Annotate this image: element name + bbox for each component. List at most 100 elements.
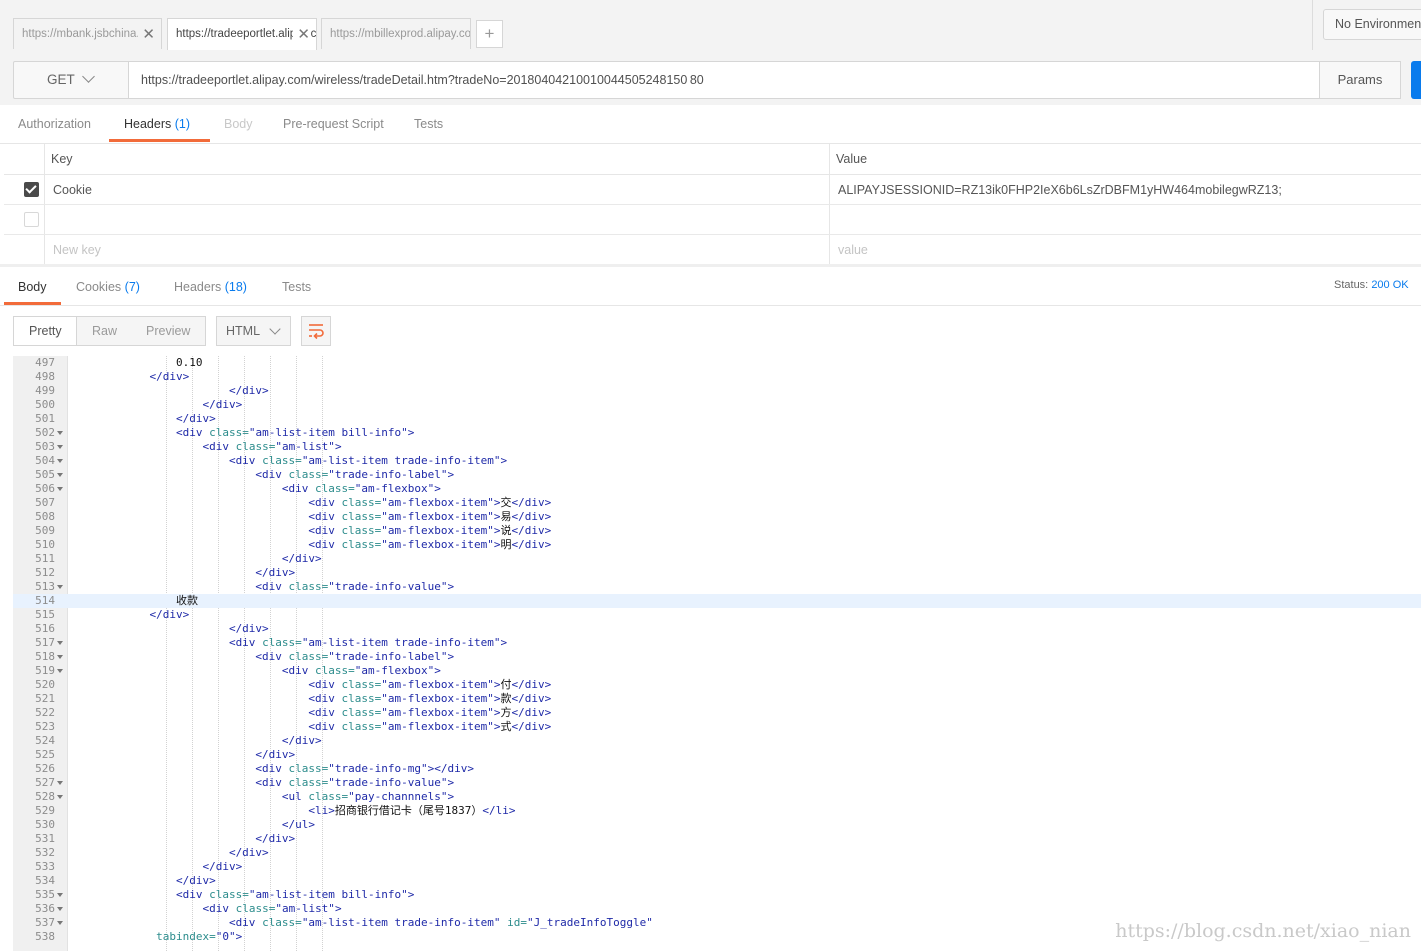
status-label: Status: [1334, 279, 1369, 291]
request-tab-2[interactable]: https://tradeeportlet.alipay.com ✕ [167, 18, 317, 50]
code-token: class= [288, 776, 329, 789]
method-select[interactable]: GET [13, 61, 129, 99]
code-token: class= [262, 454, 302, 467]
code-line: 507 <div class="am-flexbox-item">交</div> [13, 496, 1421, 510]
code-text: </div> [70, 608, 189, 622]
tab-body[interactable]: Body [224, 117, 253, 131]
header-key-field[interactable]: Cookie [53, 183, 92, 197]
code-text: <div class="trade-info-value"> [70, 580, 454, 594]
fold-arrow-icon[interactable] [57, 585, 63, 589]
code-token: </div> [70, 608, 190, 621]
new-key-input[interactable]: New key [53, 243, 101, 257]
code-token: class= [262, 636, 302, 649]
code-text: <div class="am-flexbox-item">方</div> [70, 706, 551, 720]
tab-headers[interactable]: Headers (1) [124, 117, 190, 131]
code-line: 533 </div> [13, 860, 1421, 874]
fold-arrow-icon[interactable] [57, 893, 63, 897]
code-token: </div> [70, 622, 269, 635]
line-number: 527 [35, 776, 55, 789]
view-mode-pretty[interactable]: Pretty [29, 324, 62, 338]
code-token: class= [209, 888, 249, 901]
header-value-field[interactable]: ALIPAYJSESSIONID=RZ13ik0FHP2IeX6b6LsZrDB… [838, 183, 1282, 197]
code-token: </div> [70, 566, 296, 579]
code-token: class= [209, 426, 249, 439]
line-number: 508 [35, 510, 55, 523]
code-token: <div [70, 426, 210, 439]
active-tab-indicator [4, 302, 61, 305]
line-number: 524 [35, 734, 55, 747]
fold-arrow-icon[interactable] [57, 669, 63, 673]
params-button[interactable]: Params [1319, 61, 1401, 99]
tab-label: Headers [124, 117, 172, 131]
code-token: </div> [70, 398, 243, 411]
code-line: 508 <div class="am-flexbox-item">易</div> [13, 510, 1421, 524]
fold-arrow-icon[interactable] [57, 445, 63, 449]
check-icon [25, 182, 37, 194]
header-enabled-checkbox[interactable] [24, 212, 39, 227]
code-token: </ul> [70, 818, 316, 831]
code-line: 515 </div> [13, 608, 1421, 622]
wrap-lines-button[interactable] [301, 316, 331, 346]
line-number: 536 [35, 902, 55, 915]
request-tab-1[interactable]: https://mbank.jsbchina.cn ✕ [13, 18, 162, 49]
code-token: "trade-info-label" [328, 468, 448, 481]
fold-arrow-icon[interactable] [57, 795, 63, 799]
fold-arrow-icon[interactable] [57, 459, 63, 463]
code-token: > [334, 902, 342, 915]
fold-arrow-icon[interactable] [57, 641, 63, 645]
code-text: </div> [70, 874, 216, 888]
fold-arrow-icon[interactable] [57, 487, 63, 491]
url-input[interactable]: https://tradeeportlet.alipay.com/wireles… [128, 61, 1320, 99]
code-line: 525 </div> [13, 748, 1421, 762]
fold-arrow-icon[interactable] [57, 655, 63, 659]
code-token: "am-flexbox-item" [381, 524, 494, 537]
line-number: 514 [35, 594, 55, 607]
view-mode-preview[interactable]: Preview [146, 324, 190, 338]
response-code-editor[interactable]: 497 0.10 498 </div> 499 </div> 500 </div> 50… [13, 356, 1421, 951]
code-token: <div [70, 888, 210, 901]
send-button[interactable] [1411, 61, 1421, 99]
close-icon[interactable]: ✕ [138, 19, 155, 49]
fold-arrow-icon[interactable] [57, 907, 63, 911]
code-token: > [447, 650, 455, 663]
tab-tests[interactable]: Tests [414, 117, 443, 131]
code-text: <div class="am-flexbox-item">交</div> [70, 496, 551, 510]
tab-response-body[interactable]: Body [18, 280, 47, 294]
new-value-input[interactable]: value [838, 243, 868, 257]
code-text: <div class="am-flexbox-item">明</div> [70, 538, 551, 552]
code-text: </ul> [70, 818, 315, 832]
code-line: 504 <div class="am-list-item trade-info-… [13, 454, 1421, 468]
tab-prerequest-script[interactable]: Pre-request Script [283, 117, 384, 131]
code-token: <div [70, 916, 263, 929]
code-token: <ul [70, 790, 309, 803]
tab-response-cookies[interactable]: Cookies (7) [76, 280, 140, 294]
environment-select[interactable]: No Environment [1323, 9, 1421, 40]
view-mode-raw[interactable]: Raw [92, 324, 117, 338]
fold-arrow-icon[interactable] [57, 921, 63, 925]
code-line: 511 </div> [13, 552, 1421, 566]
fold-arrow-icon[interactable] [57, 781, 63, 785]
code-token: > [434, 664, 441, 677]
language-select[interactable]: HTML [216, 316, 291, 346]
tab-response-headers[interactable]: Headers (18) [174, 280, 247, 294]
code-line: 535 <div class="am-list-item bill-info"> [13, 888, 1421, 902]
tab-response-tests[interactable]: Tests [282, 280, 311, 294]
code-token: 方 [500, 706, 512, 719]
code-token: <div [70, 902, 236, 915]
close-icon[interactable]: ✕ [293, 19, 310, 50]
code-token: 0.10 [70, 356, 203, 369]
code-token: class= [308, 790, 349, 803]
request-tab-3[interactable]: https://mbillexprod.alipay.com [321, 18, 471, 49]
fold-arrow-icon[interactable] [57, 473, 63, 477]
code-token: <div [70, 762, 289, 775]
line-number: 525 [35, 748, 55, 761]
code-token: "am-flexbox-item" [381, 496, 494, 509]
fold-arrow-icon[interactable] [57, 431, 63, 435]
tab-authorization[interactable]: Authorization [18, 117, 91, 131]
code-token: class= [341, 524, 382, 537]
header-enabled-checkbox[interactable] [24, 182, 39, 197]
code-line: 509 <div class="am-flexbox-item">说</div> [13, 524, 1421, 538]
new-tab-button[interactable]: + [476, 20, 503, 48]
line-number: 537 [35, 916, 55, 929]
code-text: </div> [70, 832, 295, 846]
